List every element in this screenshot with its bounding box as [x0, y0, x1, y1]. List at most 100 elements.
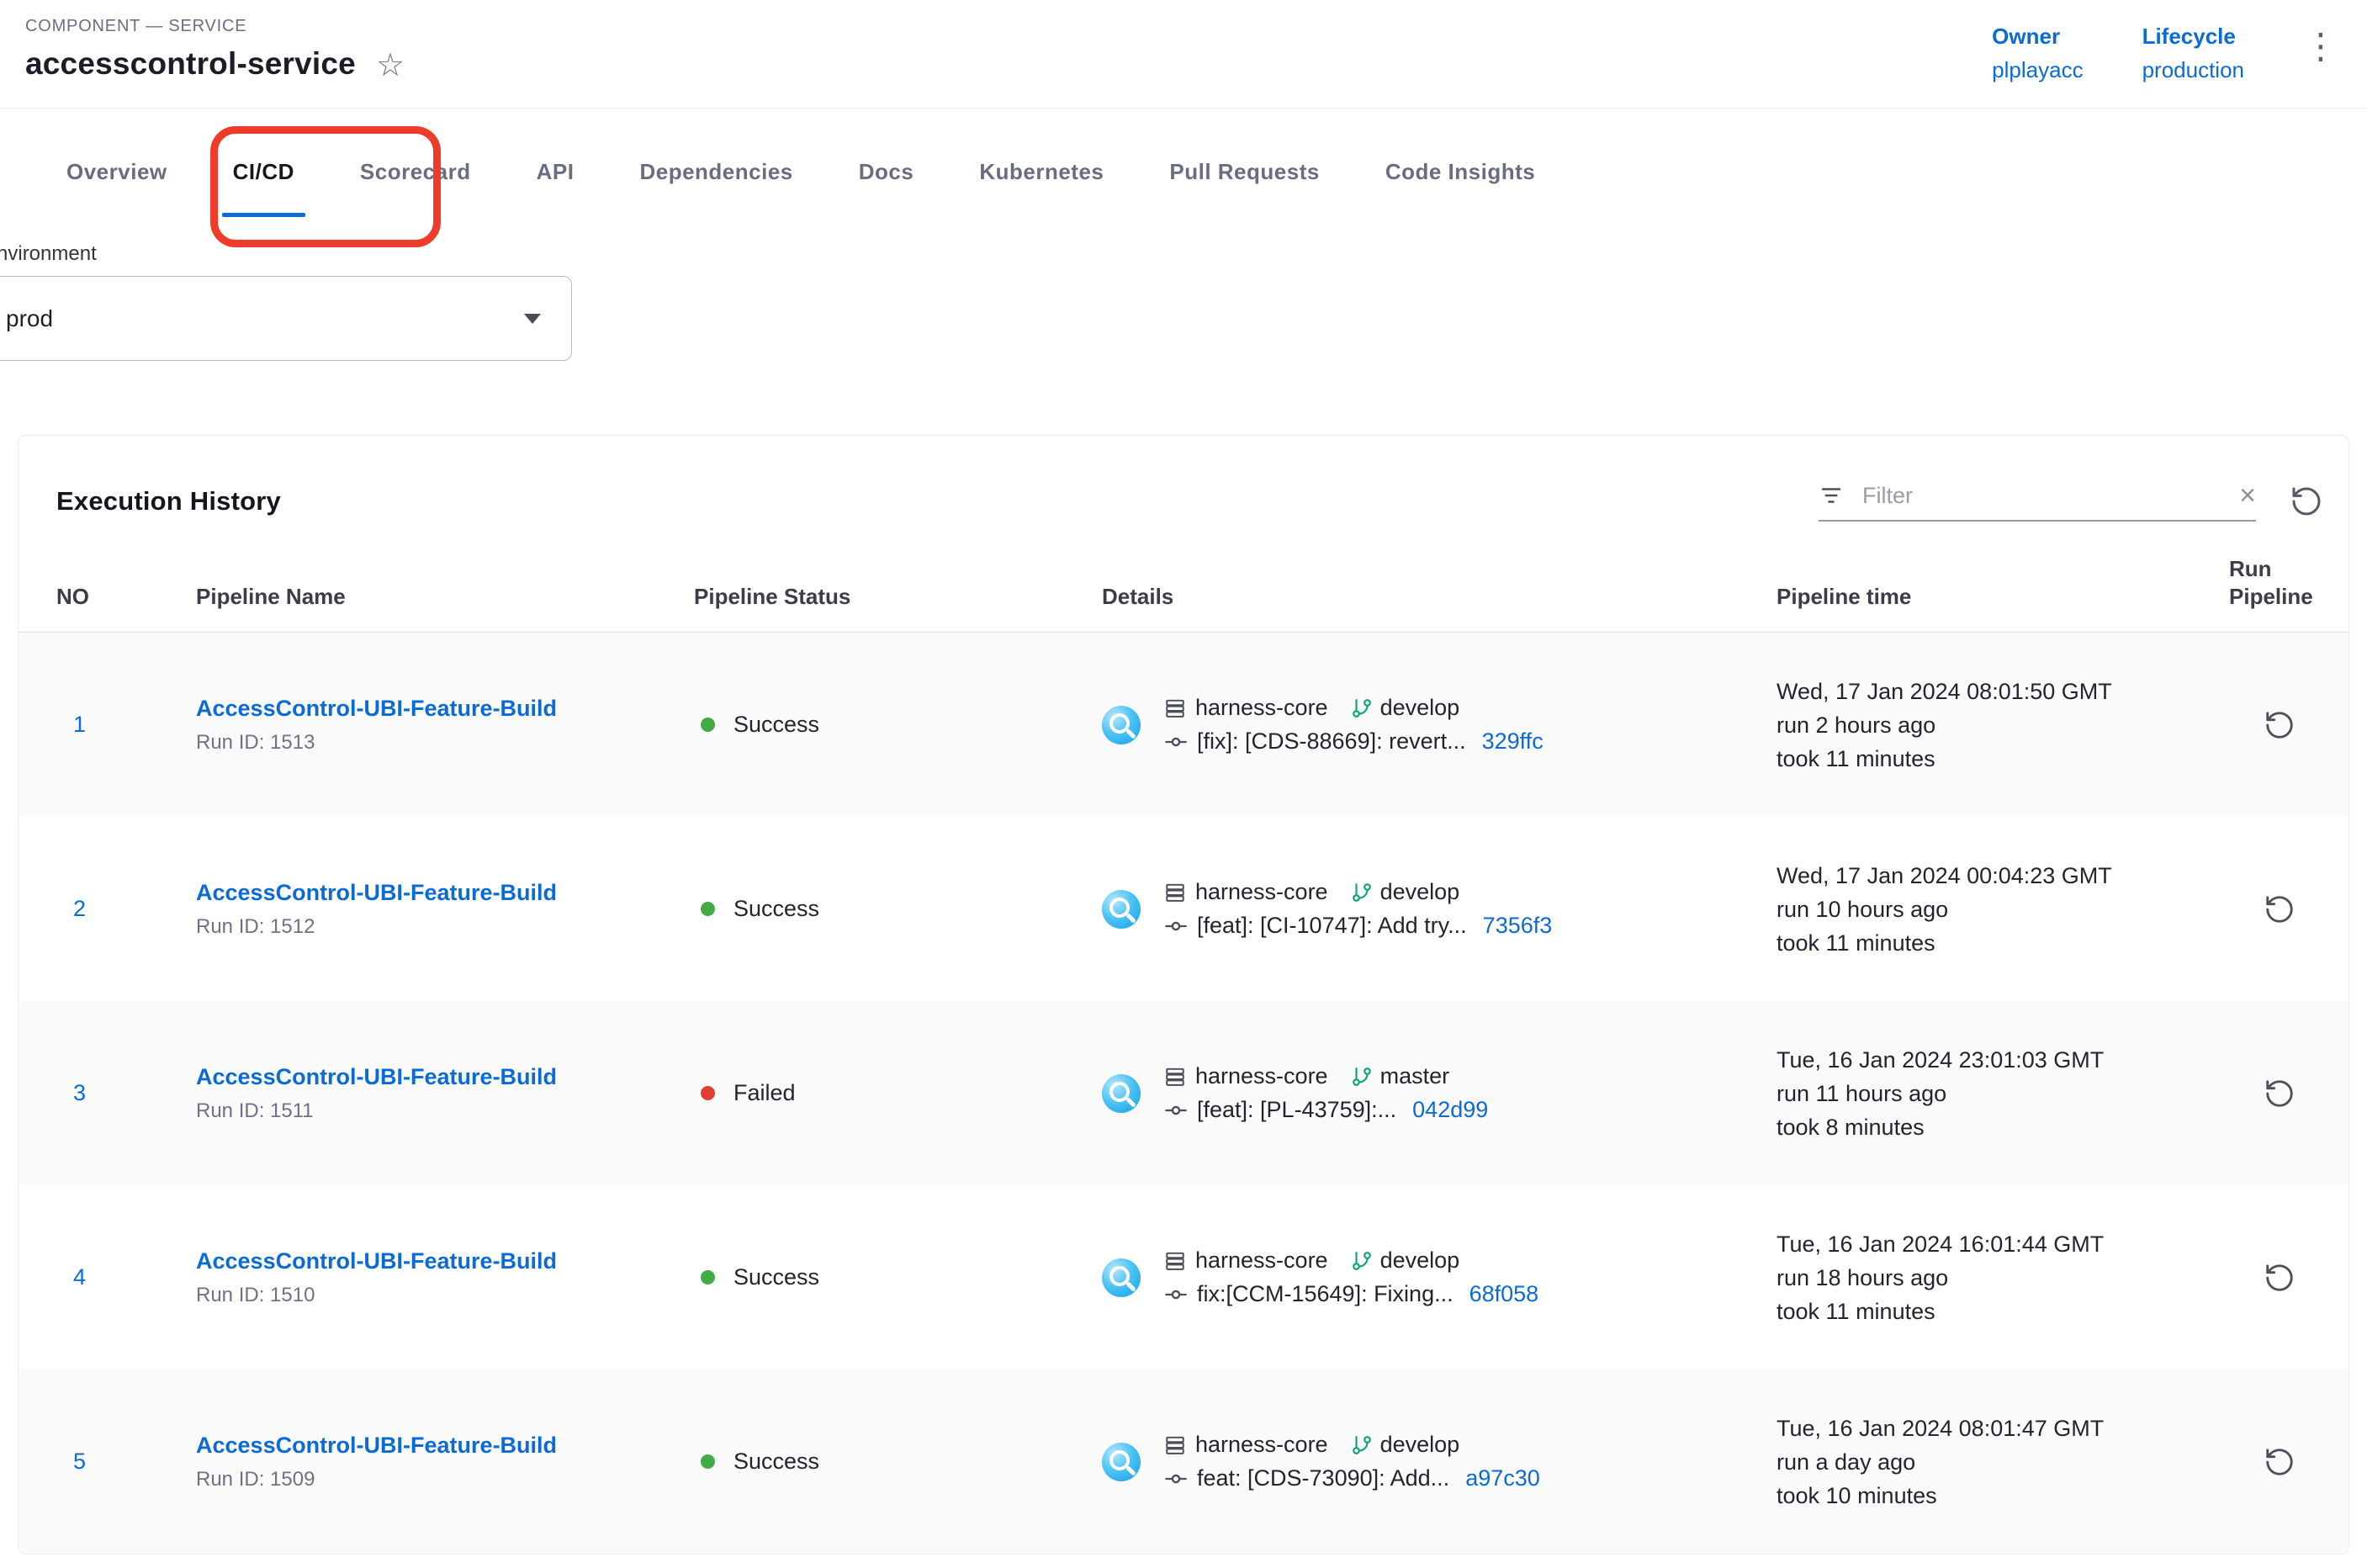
- environment-label: Environment: [0, 242, 2350, 266]
- pipeline-date: Wed, 17 Jan 2024 08:01:50 GMT: [1777, 675, 2229, 708]
- owner-value-link[interactable]: plplayacc: [1992, 57, 2083, 83]
- table-row: 5 AccessControl-UBI-Feature-Build Run ID…: [19, 1369, 2348, 1554]
- pipeline-status: Success: [694, 1449, 1102, 1475]
- pipeline-run-ago: run 2 hours ago: [1777, 708, 2229, 742]
- table-header-row: NO Pipeline Name Pipeline Status Details…: [19, 555, 2348, 633]
- commit-hash-link[interactable]: 042d99: [1412, 1097, 1488, 1123]
- row-number-link[interactable]: 5: [56, 1449, 196, 1475]
- repository-name: harness-core: [1195, 1432, 1328, 1458]
- clear-filter-icon[interactable]: ×: [2239, 481, 2256, 510]
- kebab-menu-icon[interactable]: ⋮: [2303, 29, 2338, 64]
- pipeline-run-ago: run 11 hours ago: [1777, 1077, 2229, 1110]
- branch-name: master: [1380, 1063, 1450, 1089]
- table-row: 3 AccessControl-UBI-Feature-Build Run ID…: [19, 1001, 2348, 1185]
- commit-hash-link[interactable]: a97c30: [1465, 1465, 1540, 1491]
- status-label: Failed: [733, 1080, 796, 1106]
- git-branch-icon: [1351, 1250, 1373, 1272]
- pipeline-status: Success: [694, 896, 1102, 922]
- commit-hash-link[interactable]: 329ffc: [1482, 728, 1544, 755]
- repository-name: harness-core: [1195, 1248, 1328, 1274]
- row-number-link[interactable]: 3: [56, 1080, 196, 1106]
- column-header-no: NO: [56, 583, 196, 611]
- environment-section: Environment prod: [0, 242, 2350, 361]
- breadcrumb: COMPONENT — SERVICE: [25, 17, 405, 36]
- filter-input[interactable]: [1861, 482, 2222, 510]
- tab-ci-cd[interactable]: CI/CD: [200, 108, 327, 236]
- run-id: Run ID: 1512: [196, 915, 694, 939]
- run-pipeline-icon[interactable]: [2264, 709, 2296, 741]
- status-dot-icon: [701, 718, 715, 732]
- pipeline-duration: took 10 minutes: [1777, 1479, 2229, 1512]
- row-number-link[interactable]: 2: [56, 896, 196, 922]
- tab-code-insights[interactable]: Code Insights: [1353, 108, 1568, 236]
- run-pipeline-icon[interactable]: [2264, 893, 2296, 925]
- git-branch-icon: [1351, 882, 1373, 903]
- pipeline-time: Wed, 17 Jan 2024 08:01:50 GMT run 2 hour…: [1777, 675, 2229, 776]
- chevron-down-icon: [524, 314, 541, 324]
- commit-message: [feat]: [CI-10747]: Add try...: [1197, 913, 1467, 939]
- pipeline-time: Wed, 17 Jan 2024 00:04:23 GMT run 10 hou…: [1777, 859, 2229, 960]
- tab-docs[interactable]: Docs: [826, 108, 947, 236]
- status-label: Success: [733, 1449, 819, 1475]
- repository-icon: [1164, 882, 1186, 903]
- filter-icon: [1819, 483, 1844, 508]
- tab-pull-requests[interactable]: Pull Requests: [1136, 108, 1352, 236]
- pipeline-execution-icon: [1102, 1258, 1141, 1297]
- branch-name: develop: [1380, 695, 1460, 721]
- status-label: Success: [733, 1264, 819, 1290]
- commit-message: fix:[CCM-15649]: Fixing...: [1197, 1281, 1454, 1307]
- pipeline-date: Wed, 17 Jan 2024 00:04:23 GMT: [1777, 859, 2229, 893]
- refresh-icon[interactable]: [2290, 485, 2323, 518]
- environment-selected-value: prod: [6, 305, 53, 332]
- lifecycle-block: Lifecycle production: [2142, 24, 2244, 83]
- pipeline-name-link[interactable]: AccessControl-UBI-Feature-Build: [196, 1248, 694, 1274]
- status-dot-icon: [701, 902, 715, 916]
- commit-hash-link[interactable]: 68f058: [1469, 1281, 1539, 1307]
- status-label: Success: [733, 712, 819, 738]
- pipeline-name-link[interactable]: AccessControl-UBI-Feature-Build: [196, 696, 694, 722]
- pipeline-name-link[interactable]: AccessControl-UBI-Feature-Build: [196, 1064, 694, 1090]
- pipeline-name-link[interactable]: AccessControl-UBI-Feature-Build: [196, 1433, 694, 1459]
- pipeline-execution-icon: [1102, 1074, 1141, 1113]
- tab-dependencies[interactable]: Dependencies: [606, 108, 825, 236]
- pipeline-time: Tue, 16 Jan 2024 16:01:44 GMT run 18 hou…: [1777, 1227, 2229, 1328]
- run-pipeline-icon[interactable]: [2264, 1446, 2296, 1478]
- column-header-run-pipeline: Run Pipeline: [2229, 555, 2330, 610]
- branch-name: develop: [1380, 1248, 1460, 1274]
- repository-icon: [1164, 1250, 1186, 1272]
- repository-icon: [1164, 1066, 1186, 1088]
- column-header-pipeline-name: Pipeline Name: [196, 583, 694, 611]
- table-row: 4 AccessControl-UBI-Feature-Build Run ID…: [19, 1185, 2348, 1369]
- commit-message: feat: [CDS-73090]: Add...: [1197, 1465, 1449, 1491]
- tab-bar: OverviewCI/CDScorecardAPIDependenciesDoc…: [0, 108, 2367, 236]
- run-id: Run ID: 1513: [196, 731, 694, 755]
- commit-hash-link[interactable]: 7356f3: [1483, 913, 1553, 939]
- repository-name: harness-core: [1195, 879, 1328, 905]
- repository-icon: [1164, 1434, 1186, 1456]
- row-number-link[interactable]: 4: [56, 1264, 196, 1290]
- pipeline-name-link[interactable]: AccessControl-UBI-Feature-Build: [196, 880, 694, 906]
- git-branch-icon: [1351, 697, 1373, 719]
- environment-select[interactable]: prod: [0, 276, 572, 361]
- git-commit-icon: [1164, 1467, 1188, 1491]
- run-pipeline-icon[interactable]: [2264, 1262, 2296, 1294]
- tab-scorecard[interactable]: Scorecard: [327, 108, 504, 236]
- page-header: COMPONENT — SERVICE accesscontrol-servic…: [0, 0, 2367, 108]
- tab-overview[interactable]: Overview: [34, 108, 200, 236]
- commit-message: [feat]: [PL-43759]:...: [1197, 1097, 1396, 1123]
- favorite-star-icon[interactable]: ☆: [376, 50, 405, 82]
- run-id: Run ID: 1509: [196, 1468, 694, 1491]
- card-title: Execution History: [56, 486, 281, 516]
- pipeline-date: Tue, 16 Jan 2024 16:01:44 GMT: [1777, 1227, 2229, 1261]
- column-header-details: Details: [1102, 583, 1777, 611]
- pipeline-status: Success: [694, 1264, 1102, 1290]
- owner-block: Owner plplayacc: [1992, 24, 2083, 83]
- pipeline-execution-icon: [1102, 890, 1141, 929]
- row-number-link[interactable]: 1: [56, 712, 196, 738]
- run-pipeline-icon[interactable]: [2264, 1078, 2296, 1110]
- git-branch-icon: [1351, 1434, 1373, 1456]
- tab-kubernetes[interactable]: Kubernetes: [946, 108, 1136, 236]
- branch-name: develop: [1380, 1432, 1460, 1458]
- status-dot-icon: [701, 1086, 715, 1100]
- tab-api[interactable]: API: [504, 108, 607, 236]
